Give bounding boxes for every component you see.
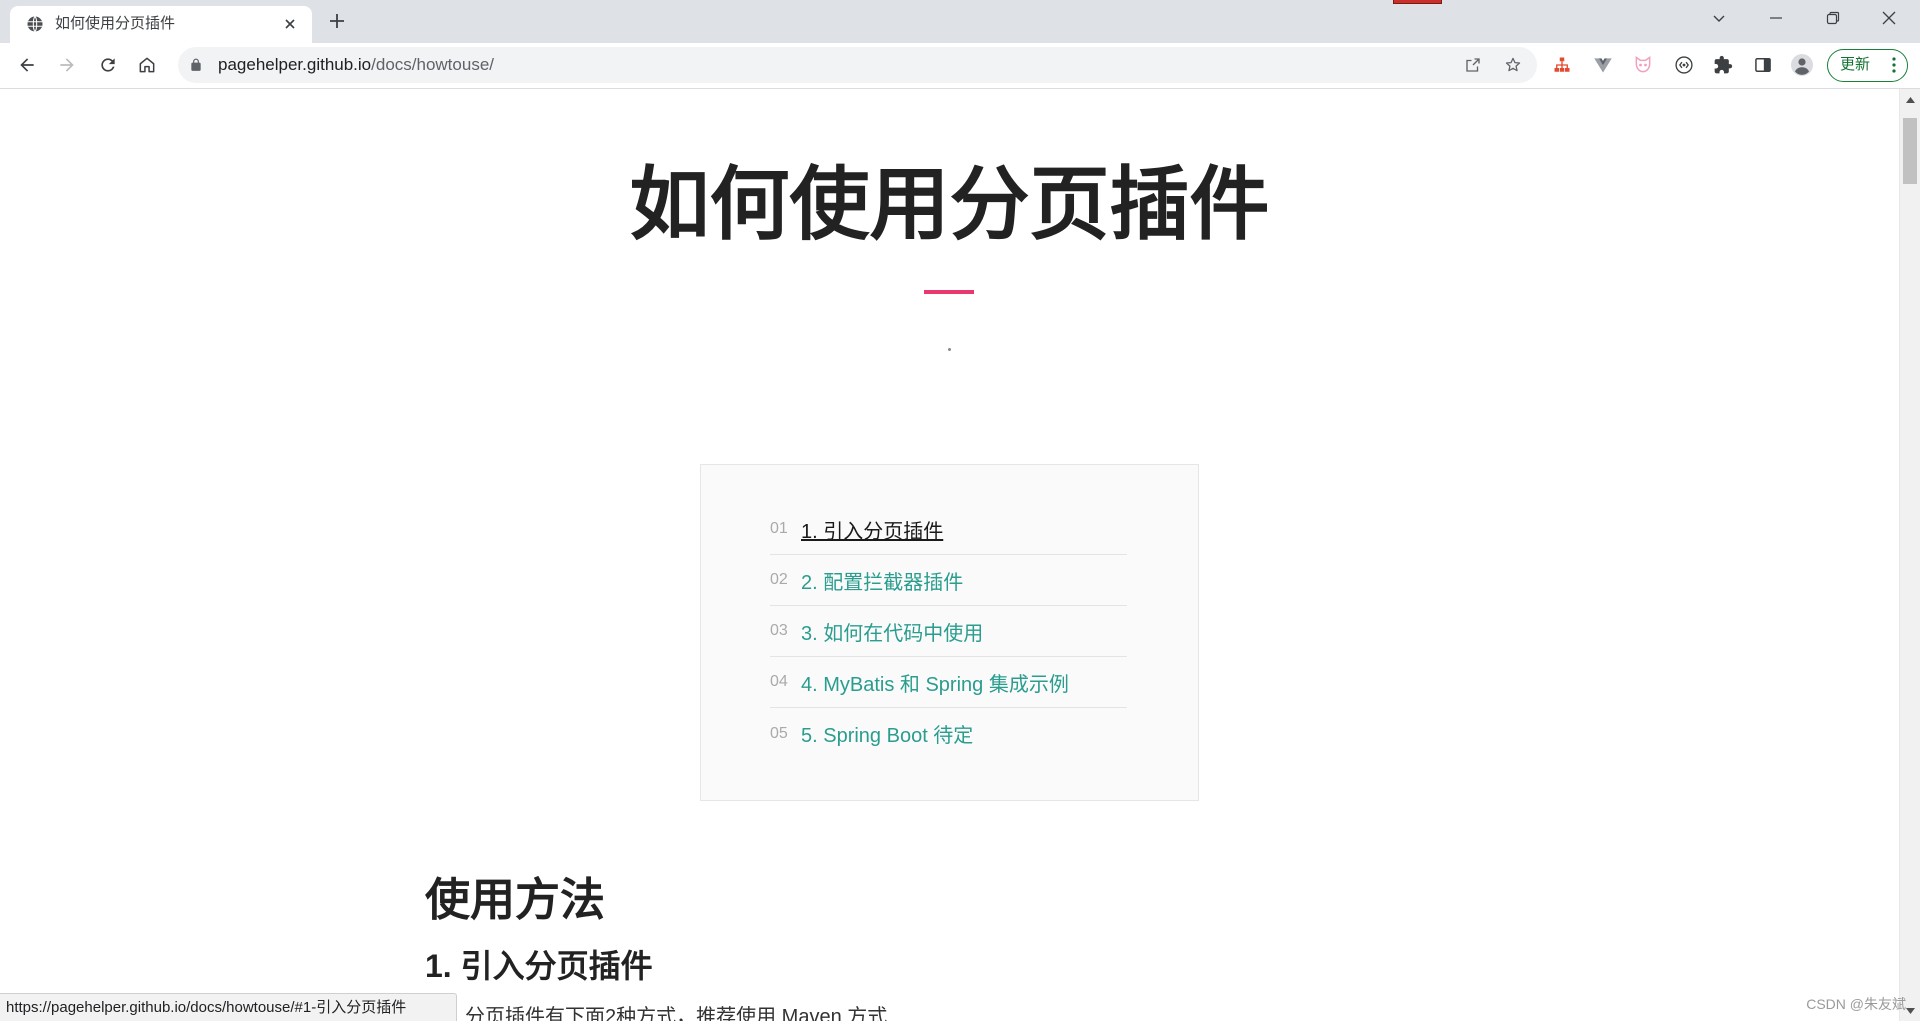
- toc-item: 04 4. MyBatis 和 Spring 集成示例: [770, 657, 1127, 708]
- restore-button[interactable]: [1810, 0, 1856, 36]
- lock-icon[interactable]: [189, 58, 203, 72]
- close-icon: [285, 19, 295, 29]
- code-extension-button[interactable]: [1668, 49, 1700, 81]
- url-path: /docs/howtouse/: [371, 55, 494, 74]
- extensions-button[interactable]: [1707, 49, 1739, 81]
- toc-link-configure-interceptor[interactable]: 2. 配置拦截器插件: [801, 566, 963, 595]
- profile-avatar-icon: [1791, 54, 1813, 76]
- toc-item-number: 03: [770, 622, 788, 639]
- recording-indicator: [1393, 0, 1442, 4]
- link-status-bar: https://pagehelper.github.io/docs/howtou…: [0, 993, 457, 1021]
- star-icon: [1505, 57, 1521, 72]
- chevron-down-icon: [1713, 15, 1725, 22]
- back-arrow-icon: [20, 58, 34, 72]
- toc-list: 01 1. 引入分页插件 02 2. 配置拦截器插件 03 3. 如何在代码中使…: [770, 504, 1127, 759]
- v-extension-icon: [1594, 58, 1612, 73]
- address-bar[interactable]: pagehelper.github.io/docs/howtouse/: [178, 47, 1537, 83]
- code-circle-extension-icon: [1675, 56, 1693, 74]
- reload-icon: [101, 58, 115, 72]
- browser-tab[interactable]: 如何使用分页插件: [10, 6, 312, 43]
- sitemap-extension-button[interactable]: [1546, 49, 1578, 81]
- side-panel-icon: [1755, 58, 1771, 72]
- section-heading: 使用方法: [425, 874, 606, 925]
- toc-link-mybatis-spring[interactable]: 4. MyBatis 和 Spring 集成示例: [801, 668, 1069, 697]
- more-vert-icon: [1887, 56, 1901, 74]
- update-button[interactable]: 更新: [1827, 49, 1908, 82]
- tab-close-button[interactable]: [280, 14, 300, 34]
- home-icon: [139, 57, 155, 73]
- tab-search-button[interactable]: [1696, 0, 1742, 36]
- triangle-down-icon: [1905, 1007, 1915, 1014]
- sitemap-extension-icon: [1554, 57, 1570, 72]
- toc-link-use-in-code[interactable]: 3. 如何在代码中使用: [801, 617, 983, 646]
- toc-link-import-plugin[interactable]: 1. 引入分页插件: [801, 515, 943, 544]
- toc-item: 01 1. 引入分页插件: [770, 504, 1127, 555]
- toc-item: 05 5. Spring Boot 待定: [770, 708, 1127, 759]
- sub-heading: 1. 引入分页插件: [425, 948, 653, 984]
- globe-icon: [26, 15, 44, 33]
- close-icon: [1882, 11, 1896, 25]
- page-viewport: 如何使用分页插件 01 1. 引入分页插件 02 2. 配置拦截器插件 03 3…: [0, 89, 1899, 1021]
- forward-button[interactable]: [50, 48, 84, 82]
- toc-link-spring-boot[interactable]: 5. Spring Boot 待定: [801, 719, 973, 748]
- watermark-text: CSDN @朱友斌: [1806, 996, 1906, 1012]
- url-text[interactable]: pagehelper.github.io/docs/howtouse/: [218, 47, 494, 83]
- profile-button[interactable]: [1786, 49, 1818, 81]
- toc-item-number: 04: [770, 673, 788, 690]
- toc-item: 02 2. 配置拦截器插件: [770, 555, 1127, 606]
- scroll-up-button[interactable]: [1900, 89, 1920, 110]
- share-icon: [1466, 58, 1480, 72]
- back-button[interactable]: [10, 48, 44, 82]
- intro-paragraph: 分页插件有下面2种方式，推荐使用 Maven 方式: [465, 1006, 888, 1021]
- cat-extension-button[interactable]: [1627, 49, 1659, 81]
- close-window-button[interactable]: [1866, 0, 1912, 36]
- tab-strip: 如何使用分页插件: [0, 0, 1920, 43]
- title-dot: [948, 348, 951, 351]
- tab-title: 如何使用分页插件: [55, 15, 176, 32]
- triangle-up-icon: [1905, 96, 1915, 103]
- toc-item-number: 01: [770, 520, 788, 537]
- reload-button[interactable]: [91, 48, 125, 82]
- update-label: 更新: [1840, 56, 1871, 73]
- minimize-icon: [1770, 17, 1782, 19]
- page-title: 如何使用分页插件: [629, 160, 1270, 249]
- title-underline: [924, 290, 974, 294]
- bookmark-star-button[interactable]: [1501, 53, 1525, 77]
- url-host: pagehelper.github.io: [218, 55, 372, 74]
- page-scrollbar[interactable]: [1899, 89, 1920, 1021]
- new-tab-button[interactable]: [325, 9, 349, 33]
- share-button[interactable]: [1461, 53, 1485, 77]
- restore-icon: [1826, 11, 1840, 25]
- cat-extension-icon: [1635, 56, 1651, 73]
- home-button[interactable]: [130, 48, 164, 82]
- puzzle-icon: [1714, 55, 1733, 74]
- browser-toolbar: pagehelper.github.io/docs/howtouse/ 更新: [0, 43, 1920, 89]
- toc-item: 03 3. 如何在代码中使用: [770, 606, 1127, 657]
- toc-item-number: 02: [770, 571, 788, 588]
- scrollbar-thumb[interactable]: [1903, 118, 1917, 184]
- forward-arrow-icon: [60, 58, 74, 72]
- v-extension-button[interactable]: [1587, 49, 1619, 81]
- plus-icon: [330, 14, 344, 28]
- table-of-contents: 01 1. 引入分页插件 02 2. 配置拦截器插件 03 3. 如何在代码中使…: [700, 464, 1199, 801]
- minimize-button[interactable]: [1753, 0, 1799, 36]
- side-panel-button[interactable]: [1747, 49, 1779, 81]
- toc-item-number: 05: [770, 724, 788, 742]
